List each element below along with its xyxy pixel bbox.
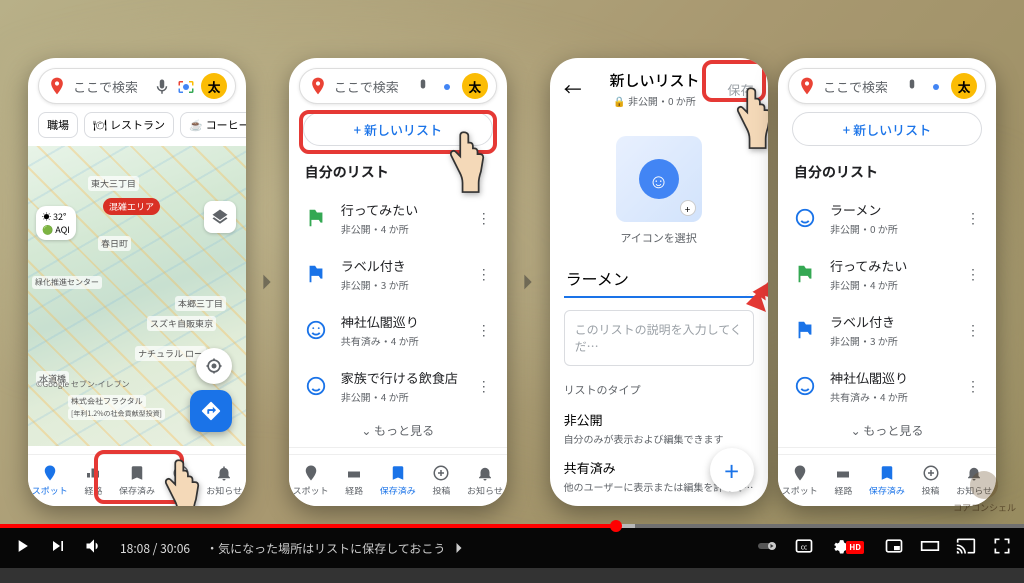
phone-screenshot-3: ← 新しいリスト🔒 非公開・0 か所 保存 ☺+ アイコンを選択 ラーメン この… (550, 58, 768, 506)
chip-workplace[interactable]: 職場 (38, 112, 78, 138)
flag-icon (794, 319, 816, 341)
miniplayer-button[interactable] (884, 536, 904, 561)
add-fab[interactable]: + (710, 448, 754, 492)
nav-saved[interactable]: 保存済み (865, 455, 909, 506)
play-button[interactable] (12, 536, 32, 561)
nav-route[interactable]: 経路 (822, 455, 866, 506)
chevron-right-icon (256, 271, 278, 293)
profile-avatar[interactable]: 太 (951, 73, 977, 99)
list-item[interactable]: 家族で行ける飲食店非公開・4 か所⋮ (289, 358, 507, 414)
section-header: 自分のリスト (778, 154, 996, 190)
layers-button[interactable] (204, 201, 236, 233)
lens-icon[interactable] (927, 77, 945, 95)
list-item[interactable]: ラベル付き非公開・3 か所⋮ (778, 302, 996, 358)
new-list-button[interactable]: + 新しいリスト (303, 112, 493, 146)
red-arrow-icon (736, 254, 768, 314)
list-item[interactable]: 神社仏閣巡り共有済み・4 か所⋮ (289, 302, 507, 358)
section-header: 自分のリスト (289, 154, 507, 190)
map-view[interactable]: ☀ 32°🟢 AQI 混雑エリア 東大三丁目 春日町 本郷三丁目 水道橋 スズキ… (28, 146, 246, 446)
profile-avatar[interactable]: 太 (462, 73, 488, 99)
show-more[interactable]: ⌄ もっと見る (289, 414, 507, 447)
list-item[interactable]: ラーメン非公開・0 か所⋮ (778, 190, 996, 246)
list-item[interactable]: 神社仏閣巡り共有済み・4 か所⋮ (778, 358, 996, 414)
volume-button[interactable] (84, 536, 104, 561)
google-maps-icon (47, 76, 67, 96)
autoplay-toggle[interactable] (758, 536, 778, 561)
directions-fab[interactable] (190, 390, 232, 432)
settings-button[interactable]: HD (830, 536, 868, 561)
back-icon[interactable]: ← (564, 76, 582, 102)
nav-saved[interactable]: 保存済み (115, 455, 159, 506)
icon-picker[interactable]: ☺+ (616, 136, 702, 222)
fullscreen-button[interactable] (992, 536, 1012, 561)
traffic-badge[interactable]: 混雑エリア (103, 198, 160, 215)
flag-icon (794, 263, 816, 285)
mic-icon[interactable] (153, 77, 171, 95)
new-list-button[interactable]: + 新しいリスト (792, 112, 982, 146)
cast-button[interactable] (956, 536, 976, 561)
lens-icon[interactable] (177, 77, 195, 95)
nav-spot[interactable]: スポット (28, 455, 72, 506)
list-item[interactable]: 行ってみたい非公開・4 か所⋮ (778, 246, 996, 302)
map-attribution: ©Google セブン‑イレブン (36, 379, 130, 390)
smile-icon (305, 375, 327, 397)
channel-watermark[interactable]: コアコンシェル (953, 471, 1016, 514)
nav-post[interactable]: 投稿 (909, 455, 953, 506)
search-placeholder: ここで検索 (73, 77, 147, 96)
bottom-nav: スポット 経路 保存済み 投稿 お知らせ (28, 454, 246, 506)
nav-post[interactable]: 投稿 (420, 455, 464, 506)
captions-button[interactable]: cc (794, 536, 814, 561)
chip-restaurant[interactable]: 🍽レストラン (84, 112, 174, 138)
chapter-title[interactable]: ・気になった場所はリストに保存しておこう (206, 538, 469, 558)
weather-badge[interactable]: ☀ 32°🟢 AQI (36, 206, 76, 240)
list-item[interactable]: 行ってみたい非公開・4 か所⋮ (289, 190, 507, 246)
nav-notify[interactable]: お知らせ (463, 455, 507, 506)
phone-screenshot-2: ここで検索 太 + 新しいリスト 自分のリスト 行ってみたい非公開・4 か所⋮ … (289, 58, 507, 506)
lens-icon[interactable] (438, 77, 456, 95)
video-content: ここで検索 太 職場 🍽レストラン ☕コーヒー ☀ 32°🟢 AQI 混雑エリア… (0, 0, 1024, 524)
progress-bar[interactable] (0, 524, 1024, 528)
search-bar[interactable]: ここで検索 太 (788, 68, 986, 104)
list-name-input[interactable]: ラーメン (564, 260, 754, 298)
flag-icon (305, 207, 327, 229)
type-private[interactable]: 非公開自分のみが表示および編集できます (550, 404, 768, 452)
show-more[interactable]: ⌄ もっと見る (778, 414, 996, 447)
list-description-input[interactable]: このリストの説明を入力してくだ… (564, 310, 754, 366)
smile-icon (794, 207, 816, 229)
mic-icon[interactable] (414, 77, 432, 95)
search-bar[interactable]: ここで検索 太 (299, 68, 497, 104)
gps-button[interactable] (196, 348, 232, 384)
theater-button[interactable] (920, 536, 940, 561)
search-bar[interactable]: ここで検索 太 (38, 68, 236, 104)
mic-icon[interactable] (903, 77, 921, 95)
smile-icon (305, 319, 327, 341)
chip-coffee[interactable]: ☕コーヒー (180, 112, 246, 138)
category-chips: 職場 🍽レストラン ☕コーヒー (28, 112, 246, 146)
more-icon[interactable]: ⋮ (477, 208, 491, 228)
bottom-nav: スポット 経路 保存済み 投稿 お知らせ (289, 454, 507, 506)
scrubber-dot[interactable] (610, 520, 622, 532)
nav-route[interactable]: 経路 (332, 455, 376, 506)
flag-icon (305, 263, 327, 285)
svg-text:cc: cc (801, 541, 808, 551)
nav-notify[interactable]: お知らせ (202, 455, 246, 506)
save-button[interactable]: 保存 (728, 80, 754, 99)
nav-spot[interactable]: スポット (289, 455, 333, 506)
next-button[interactable] (48, 536, 68, 561)
nav-post[interactable]: 投稿 (159, 455, 203, 506)
phone-screenshot-4: ここで検索 太 + 新しいリスト 自分のリスト ラーメン非公開・0 か所⋮ 行っ… (778, 58, 996, 506)
smile-icon (794, 375, 816, 397)
nav-spot[interactable]: スポット (778, 455, 822, 506)
profile-avatar[interactable]: 太 (201, 73, 227, 99)
google-maps-icon (797, 76, 817, 96)
nav-route[interactable]: 経路 (72, 455, 116, 506)
list-item[interactable]: ラベル付き非公開・3 か所⋮ (289, 246, 507, 302)
player-controls: 18:08 / 30:06 ・気になった場所はリストに保存しておこう cc HD (0, 528, 1024, 568)
chevron-right-icon (517, 271, 539, 293)
google-maps-icon (308, 76, 328, 96)
phone-screenshot-1: ここで検索 太 職場 🍽レストラン ☕コーヒー ☀ 32°🟢 AQI 混雑エリア… (28, 58, 246, 506)
new-list-title: 新しいリスト (592, 70, 718, 91)
time-display: 18:08 / 30:06 (120, 540, 190, 557)
nav-saved[interactable]: 保存済み (376, 455, 420, 506)
